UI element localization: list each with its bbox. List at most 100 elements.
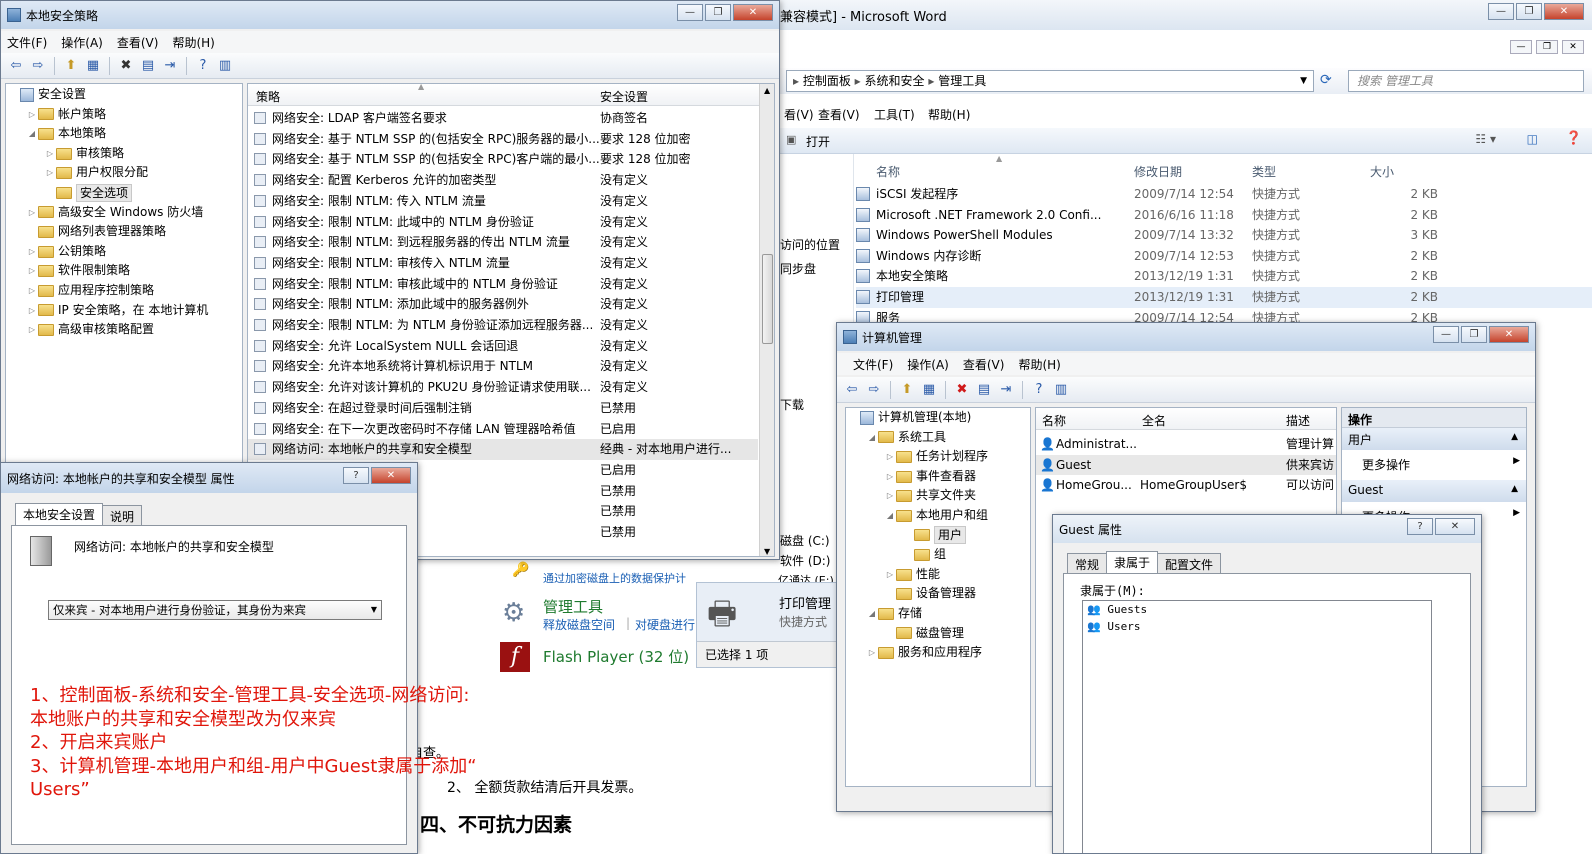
forward-icon[interactable]: ⇨ bbox=[865, 381, 883, 399]
expand-arrow-icon[interactable]: ▷ bbox=[26, 261, 38, 281]
actions-more-users[interactable]: 更多操作 ▶ bbox=[1342, 450, 1526, 476]
tree-item[interactable]: 计算机管理(本地) bbox=[846, 408, 1030, 428]
expand-arrow-icon[interactable]: ▷ bbox=[26, 105, 38, 125]
collapse-icon[interactable]: ▲ bbox=[1511, 432, 1518, 442]
forward-icon[interactable]: ⇨ bbox=[29, 57, 47, 75]
policy-row[interactable]: 网络安全: 在超过登录时间后强制注销 已禁用 bbox=[248, 398, 758, 419]
column-desc[interactable]: 描述 bbox=[1286, 412, 1310, 429]
file-row[interactable]: iSCSI 发起程序 2009/7/14 12:54 快捷方式 2 KB bbox=[856, 184, 1592, 205]
collapse-icon[interactable]: ▲ bbox=[1511, 484, 1518, 494]
expand-arrow-icon[interactable]: ▷ bbox=[26, 320, 38, 340]
explorer-search-input[interactable]: 搜索 管理工具 bbox=[1348, 70, 1584, 92]
cm-close-button[interactable]: ✕ bbox=[1489, 326, 1529, 343]
expand-arrow-icon[interactable]: ▷ bbox=[866, 643, 878, 663]
collapse-arrow-icon[interactable]: ◢ bbox=[866, 428, 878, 448]
breadcrumb-system-security[interactable]: 系统和安全 bbox=[865, 74, 925, 88]
policy-row[interactable]: 网络安全: 限制 NTLM: 传入 NTLM 流量 没有定义 bbox=[248, 191, 758, 212]
word-close-button[interactable]: ✕ bbox=[1544, 3, 1584, 20]
tree-item[interactable]: ▷ 服务和应用程序 bbox=[846, 643, 1030, 663]
cm-maximize-button[interactable]: ❐ bbox=[1461, 326, 1487, 343]
column-name[interactable]: 名称 bbox=[876, 163, 900, 180]
policy-row[interactable]: 网络安全: 允许本地系统将计算机标识用于 NTLM 没有定义 bbox=[248, 356, 758, 377]
policy-row[interactable]: 网络安全: 限制 NTLM: 审核传入 NTLM 流量 没有定义 bbox=[248, 253, 758, 274]
file-row[interactable]: 打印管理 2013/12/19 1:31 快捷方式 2 KB bbox=[856, 287, 1592, 308]
tree-item[interactable]: 网络列表管理器策略 bbox=[6, 222, 242, 242]
properties-icon[interactable]: ▤ bbox=[975, 381, 993, 399]
breadcrumb-control-panel[interactable]: 控制面板 bbox=[803, 74, 851, 88]
expand-arrow-icon[interactable]: ▷ bbox=[884, 447, 896, 467]
cp-encrypt-link[interactable]: 通过加密磁盘上的数据保护计 bbox=[543, 570, 686, 586]
nav-recent-places[interactable]: 访问的位置 bbox=[780, 236, 840, 253]
lsp-menu-file[interactable]: 文件(F) bbox=[7, 34, 47, 51]
tree-item[interactable]: 磁盘管理 bbox=[846, 624, 1030, 644]
address-box[interactable]: ▸ 控制面板 ▸ 系统和安全 ▸ 管理工具 ▼ bbox=[786, 70, 1314, 92]
policy-row[interactable]: 网络安全: 限制 NTLM: 添加此域中的服务器例外 没有定义 bbox=[248, 294, 758, 315]
lsp-close-button[interactable]: ✕ bbox=[733, 4, 773, 21]
member-item-guests[interactable]: 👥 Guests bbox=[1087, 603, 1147, 616]
expand-arrow-icon[interactable]: ▷ bbox=[884, 486, 896, 506]
mmc-icon[interactable]: ▥ bbox=[1052, 381, 1070, 399]
expand-arrow-icon[interactable]: ▷ bbox=[26, 281, 38, 301]
file-row[interactable]: Windows 内存诊断 2009/7/14 12:53 快捷方式 2 KB bbox=[856, 246, 1592, 267]
expand-arrow-icon[interactable]: ▷ bbox=[26, 242, 38, 262]
tree-item[interactable]: ▷ 用户权限分配 bbox=[6, 163, 242, 183]
help-icon[interactable]: ? bbox=[1030, 381, 1048, 399]
breadcrumb-admin-tools[interactable]: 管理工具 bbox=[938, 74, 986, 88]
lsp-minimize-button[interactable]: — bbox=[677, 4, 703, 21]
export-icon[interactable]: ⇥ bbox=[997, 381, 1015, 399]
cm-menu-help[interactable]: 帮助(H) bbox=[1018, 356, 1060, 373]
scroll-down-icon[interactable]: ▼ bbox=[764, 547, 770, 556]
view-options-icon[interactable]: ☷ ▾ bbox=[1475, 132, 1496, 146]
column-type[interactable]: 类型 bbox=[1252, 163, 1276, 180]
expand-arrow-icon[interactable]: ▷ bbox=[884, 565, 896, 585]
policy-row[interactable]: 网络安全: 在下一次更改密码时不存储 LAN 管理器哈希值 已启用 bbox=[248, 419, 758, 440]
collapse-arrow-icon[interactable]: ◢ bbox=[866, 604, 878, 624]
column-date[interactable]: 修改日期 bbox=[1134, 163, 1182, 180]
tree-item[interactable]: ▷ 公钥策略 bbox=[6, 242, 242, 262]
user-row[interactable]: 👤 Administrat... 管理计算 bbox=[1036, 434, 1336, 455]
word-minimize-button[interactable]: — bbox=[1488, 3, 1514, 20]
back-icon[interactable]: ⇦ bbox=[843, 381, 861, 399]
security-model-select[interactable]: 仅来宾 - 对本地用户进行身份验证，其身份为来宾 ▼ bbox=[48, 600, 382, 620]
lsp-scrollbar[interactable]: ▲ ▼ bbox=[759, 84, 774, 556]
lsp-maximize-button[interactable]: ❐ bbox=[705, 4, 731, 21]
open-button[interactable]: 打开 bbox=[806, 133, 830, 150]
mmc-icon[interactable]: ▥ bbox=[216, 57, 234, 75]
tree-item[interactable]: ▷ 帐户策略 bbox=[6, 105, 242, 125]
column-setting[interactable]: 安全设置 bbox=[600, 88, 648, 105]
cm-menu-action[interactable]: 操作(A) bbox=[907, 356, 949, 373]
delete-icon[interactable]: ✖ bbox=[117, 57, 135, 75]
column-fullname[interactable]: 全名 bbox=[1142, 412, 1166, 429]
tab-member-of[interactable]: 隶属于 bbox=[1106, 551, 1159, 575]
cp-flash-player[interactable]: Flash Player (32 位) bbox=[543, 646, 689, 667]
collapse-arrow-icon[interactable]: ◢ bbox=[26, 124, 38, 144]
word-doc-minimize-button[interactable]: — bbox=[1510, 40, 1532, 54]
help-icon[interactable]: ❓ bbox=[1566, 131, 1582, 146]
nav-drive-c[interactable]: 磁盘 (C:) bbox=[780, 532, 830, 549]
explorer-menu-tools[interactable]: 工具(T) bbox=[874, 106, 915, 123]
cm-menu-file[interactable]: 文件(F) bbox=[853, 356, 893, 373]
export-icon[interactable]: ⇥ bbox=[161, 57, 179, 75]
cp-defrag-link[interactable]: 对硬盘进行 bbox=[635, 616, 695, 633]
preview-pane-icon[interactable]: ◫ bbox=[1527, 132, 1538, 146]
explorer-menu-view-frag[interactable]: 看(V) bbox=[784, 106, 814, 123]
file-row[interactable]: Windows PowerShell Modules 2009/7/14 13:3… bbox=[856, 225, 1592, 246]
explorer-menu-help[interactable]: 帮助(H) bbox=[928, 106, 970, 123]
policy-row[interactable]: 网络安全: 允许 LocalSystem NULL 会话回退 没有定义 bbox=[248, 336, 758, 357]
actions-guest-group[interactable]: Guest ▲ bbox=[1342, 480, 1526, 502]
expand-arrow-icon[interactable]: ▷ bbox=[26, 203, 38, 223]
tree-item[interactable]: 用户 bbox=[846, 526, 1030, 546]
column-size[interactable]: 大小 bbox=[1370, 163, 1394, 180]
tree-item[interactable]: ◢ 存储 bbox=[846, 604, 1030, 624]
cp-free-disk-link[interactable]: 释放磁盘空间 bbox=[543, 616, 615, 633]
column-policy[interactable]: 策略 bbox=[256, 88, 280, 105]
expand-arrow-icon[interactable]: ▷ bbox=[26, 301, 38, 321]
policy-row[interactable]: 网络安全: 限制 NTLM: 此域中的 NTLM 身份验证 没有定义 bbox=[248, 212, 758, 233]
tree-item[interactable]: 设备管理器 bbox=[846, 584, 1030, 604]
tree-item[interactable]: ▷ 性能 bbox=[846, 565, 1030, 585]
user-row[interactable]: 👤 HomeGrou... HomeGroupUser$ 可以访问 bbox=[1036, 475, 1336, 496]
prop-help-button[interactable]: ? bbox=[343, 467, 369, 484]
policy-row[interactable]: 网络安全: 允许对该计算机的 PKU2U 身份验证请求使用联... 没有定义 bbox=[248, 377, 758, 398]
address-dropdown-icon[interactable]: ▼ bbox=[1300, 71, 1307, 91]
cm-minimize-button[interactable]: — bbox=[1433, 326, 1459, 343]
